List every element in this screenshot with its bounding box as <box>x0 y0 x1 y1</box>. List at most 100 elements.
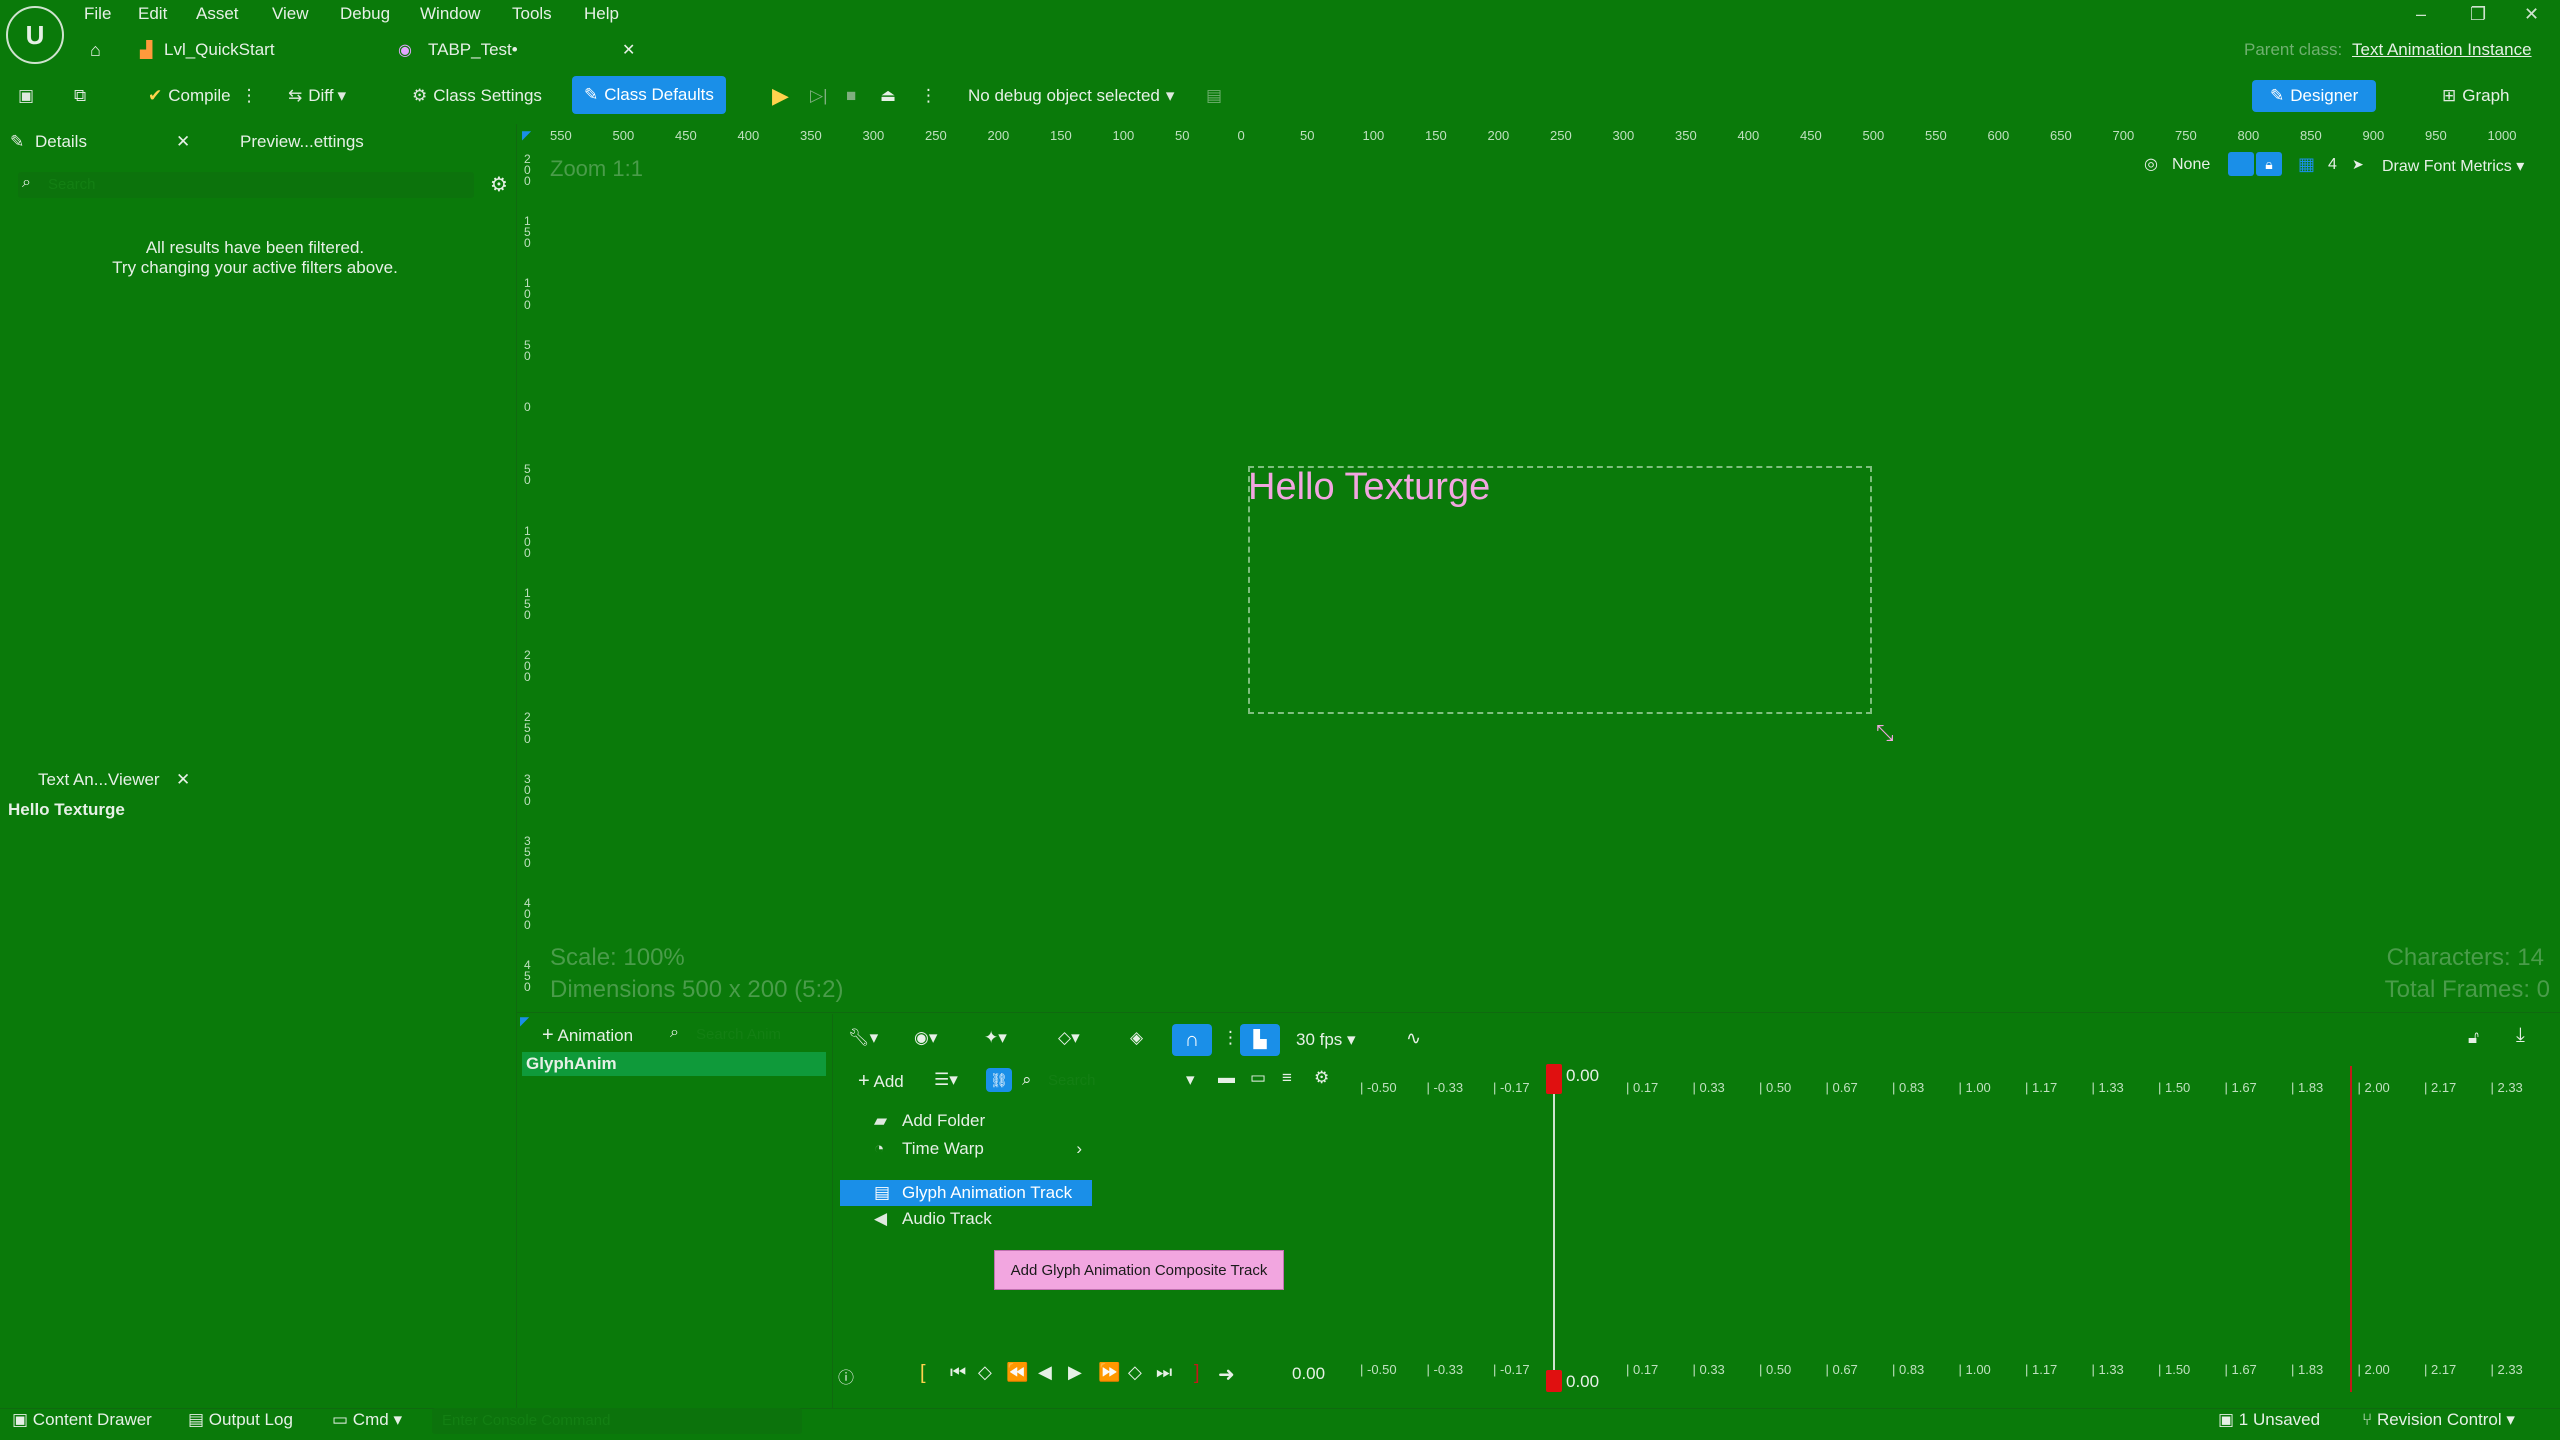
anim-search-icon: ⌕ <box>670 1024 679 1041</box>
viewer-close-icon[interactable]: ✕ <box>176 770 190 790</box>
step-icon[interactable]: ▷| <box>810 82 828 110</box>
snap-frames-icon[interactable]: ▙ <box>1240 1024 1280 1056</box>
dock-icon[interactable]: ⤓ <box>2516 1024 2525 1047</box>
anim-search-input[interactable]: Search Anim <box>696 1026 781 1043</box>
track-settings-icon[interactable]: ⚙ <box>1314 1068 1329 1088</box>
curve-editor-icon[interactable]: ∿ <box>1406 1028 1421 1049</box>
class-defaults-button[interactable]: ✎ Class Defaults <box>572 76 726 114</box>
menu-file[interactable]: File <box>84 4 111 24</box>
menu-add-folder[interactable]: ▰ Add Folder <box>840 1108 1092 1134</box>
tab-tabp-test[interactable]: TABP_Test• <box>428 40 518 60</box>
wrench-icon[interactable]: 🔧︎▾ <box>848 1028 878 1048</box>
designer-button[interactable]: ✎ Designer <box>2252 80 2377 112</box>
end-marker-line[interactable] <box>2350 1066 2352 1392</box>
debug-browse-icon[interactable]: ▤ <box>1206 82 1222 110</box>
prev-key-icon[interactable]: ◇ <box>978 1362 992 1383</box>
jump-start-icon[interactable]: ⏮ <box>950 1362 966 1383</box>
playback-options-icon[interactable]: ✦▾ <box>984 1028 1007 1048</box>
expand-icon[interactable]: ▭ <box>1250 1068 1266 1088</box>
eye-icon[interactable]: ◉▾ <box>914 1028 937 1048</box>
menu-tools[interactable]: Tools <box>512 4 552 24</box>
menu-time-warp[interactable]: ◔ Time Warp › <box>840 1136 1092 1162</box>
draw-font-metrics-dropdown[interactable]: Draw Font Metrics ▾ <box>2382 156 2524 176</box>
next-key-icon[interactable]: ◇ <box>1128 1362 1142 1383</box>
browse-icon[interactable]: ⧉ <box>74 82 92 110</box>
tab-close-icon[interactable]: ✕ <box>622 40 635 60</box>
timeline-ruler-bottom[interactable]: | -0.50 | -0.33 | -0.17 | 0.17 | 0.33 | 0.50 |… <box>1360 1362 2560 1382</box>
lock-icon[interactable]: 🔒︎ <box>2256 152 2282 176</box>
chevron-down-icon[interactable]: ▾ <box>1186 1070 1195 1090</box>
details-search-input[interactable]: ⌕ Search <box>18 172 474 198</box>
details-settings-icon[interactable]: ⚙ <box>490 172 508 197</box>
snap-options-icon[interactable]: ⋮ <box>1222 1028 1239 1048</box>
class-settings-button[interactable]: ⚙ Class Settings <box>412 82 542 110</box>
content-drawer-button[interactable]: ▣ Content Drawer <box>12 1410 152 1430</box>
range-start-icon[interactable]: [ <box>920 1362 926 1385</box>
anim-list-item[interactable]: GlyphAnim <box>522 1052 826 1076</box>
menu-view[interactable]: View <box>272 4 309 24</box>
filter-icon[interactable]: ☰▾ <box>934 1070 958 1090</box>
loop-icon[interactable]: ➜ <box>1218 1362 1235 1387</box>
output-log-button[interactable]: ▤ Output Log <box>188 1410 293 1430</box>
cmd-dropdown[interactable]: ▭ Cmd ▾ <box>332 1410 402 1430</box>
playhead-bottom[interactable] <box>1546 1370 1562 1392</box>
menu-window[interactable]: Window <box>420 4 480 24</box>
menu-audio-track[interactable]: ◀ Audio Track <box>840 1206 1092 1232</box>
menu-asset[interactable]: Asset <box>196 4 239 24</box>
stop-icon[interactable]: ■ <box>846 82 856 110</box>
add-animation-button[interactable]: + Animation <box>542 1024 633 1047</box>
eject-icon[interactable]: ⏏ <box>880 82 896 110</box>
timeline-ruler-top[interactable]: | -0.50 | -0.33 | -0.17 | 0.17 | 0.33 | 0.50 |… <box>1360 1080 2560 1100</box>
restore-icon[interactable]: ❐ <box>2470 4 2486 25</box>
keyframe-icon[interactable]: ◇▾ <box>1058 1028 1080 1048</box>
list-icon[interactable]: ≡ <box>1282 1068 1292 1088</box>
play-forward-icon[interactable]: ▶ <box>1068 1362 1082 1383</box>
fps-dropdown[interactable]: 30 fps ▾ <box>1296 1030 1356 1050</box>
compile-button[interactable]: ✔ Compile ⋮ <box>148 82 264 110</box>
tab-lvl-quickstart[interactable]: Lvl_QuickStart <box>164 40 275 60</box>
track-search-input[interactable]: Search <box>1048 1072 1096 1089</box>
next-frame-icon[interactable]: ⏩ <box>1098 1362 1120 1383</box>
menu-debug[interactable]: Debug <box>340 4 390 24</box>
revision-control-button[interactable]: ⑂ Revision Control ▾ <box>2362 1410 2515 1430</box>
prev-frame-icon[interactable]: ⏪ <box>1006 1362 1028 1383</box>
console-input[interactable]: Enter Console Command <box>432 1408 802 1434</box>
tab-text-animation-viewer[interactable]: Text An...Viewer <box>38 770 160 790</box>
home-icon[interactable]: ⌂ <box>90 40 101 61</box>
play-icon[interactable]: ▶ <box>772 82 789 110</box>
debug-object-dropdown[interactable]: No debug object selected ▾ <box>968 82 1180 110</box>
unsaved-button[interactable]: ▣ 1 Unsaved <box>2218 1410 2320 1430</box>
collapse-icon[interactable]: ▬ <box>1218 1068 1235 1088</box>
auto-key-icon[interactable]: ◈ <box>1130 1028 1143 1048</box>
info-icon[interactable]: ⓘ <box>838 1364 854 1388</box>
jump-end-icon[interactable]: ⏭ <box>1156 1362 1172 1383</box>
grid-icon[interactable]: ▦ <box>2298 154 2315 175</box>
sequencer-lock-icon[interactable]: 🔓︎ <box>2468 1028 2479 1048</box>
current-time[interactable]: 0.00 <box>1292 1364 1325 1384</box>
parent-class-link[interactable]: Text Animation Instance <box>2352 40 2532 60</box>
menu-help[interactable]: Help <box>584 4 619 24</box>
magnet-icon[interactable]: ∩ <box>1172 1024 1212 1056</box>
menu-edit[interactable]: Edit <box>138 4 167 24</box>
localization-none[interactable]: None <box>2172 156 2210 174</box>
globe-icon[interactable]: ◎ <box>2144 154 2158 174</box>
tab-details[interactable]: ✎ Details <box>10 132 87 152</box>
timeline-tick-label: | 0.17 <box>1626 1362 1659 1377</box>
snap-icon[interactable] <box>2228 152 2254 176</box>
close-window-icon[interactable]: ✕ <box>2524 4 2539 25</box>
add-track-button[interactable]: + Add <box>858 1070 904 1093</box>
resize-handle-icon[interactable]: ⤡ <box>1876 720 1894 746</box>
diff-button[interactable]: ⇆ Diff ▾ <box>288 82 352 110</box>
link-icon[interactable]: ⛓ <box>986 1068 1012 1092</box>
details-close-icon[interactable]: ✕ <box>176 132 190 152</box>
tab-preview-settings[interactable]: Preview...ettings <box>240 132 364 152</box>
graph-button[interactable]: ⊞ Graph <box>2442 82 2510 110</box>
minimize-icon[interactable]: – <box>2416 4 2426 25</box>
menu-glyph-animation-track[interactable]: ▤ Glyph Animation Track <box>840 1180 1092 1206</box>
play-reverse-icon[interactable]: ◀ <box>1038 1362 1052 1383</box>
save-icon[interactable]: ▣ <box>18 82 40 110</box>
asset-icon: ◉ <box>398 42 412 59</box>
playhead-top[interactable] <box>1546 1064 1562 1094</box>
range-end-icon[interactable]: ] <box>1194 1362 1200 1385</box>
play-options-icon[interactable]: ⋮ <box>920 82 937 110</box>
